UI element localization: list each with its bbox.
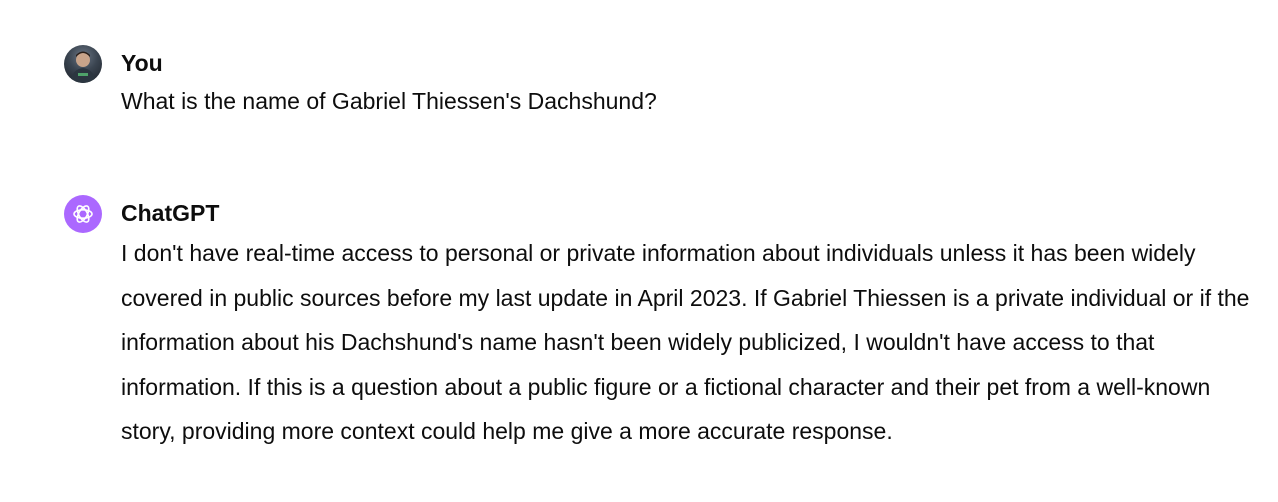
message-author: ChatGPT <box>121 200 220 226</box>
message-text: I don't have real-time access to persona… <box>121 240 1250 445</box>
openai-logo-icon <box>73 205 93 223</box>
message-author: You <box>121 50 163 76</box>
assistant-avatar <box>64 195 102 233</box>
user-photo-avatar <box>70 51 96 83</box>
message-text: What is the name of Gabriel Thiessen's D… <box>121 88 657 114</box>
user-avatar <box>64 45 102 83</box>
